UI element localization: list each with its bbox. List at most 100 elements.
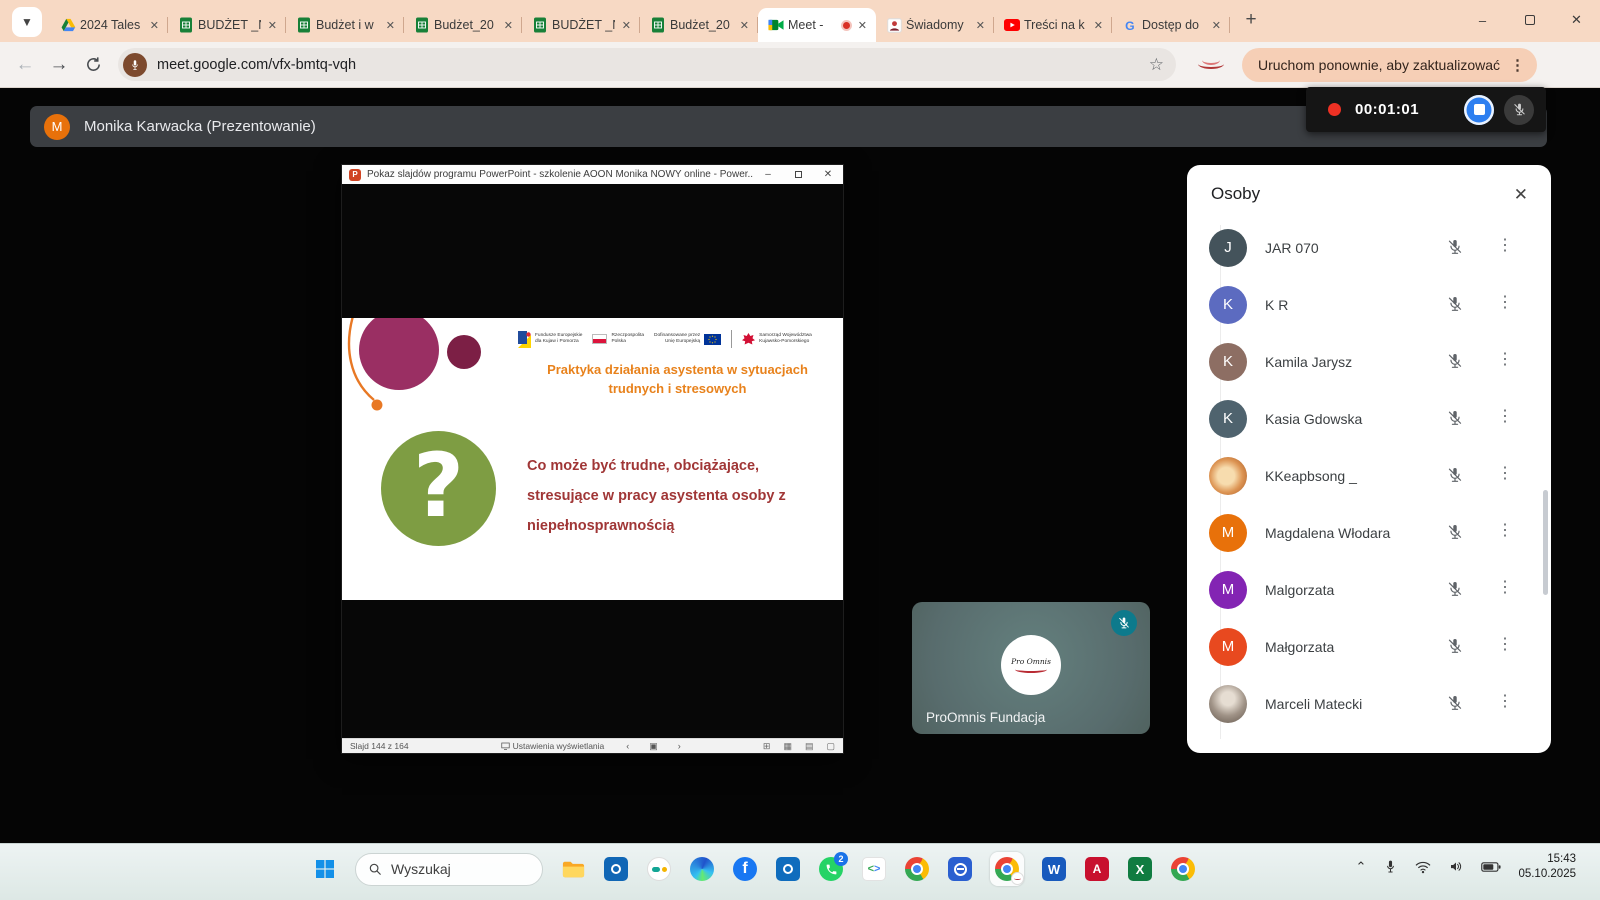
- edge-icon[interactable]: [689, 856, 715, 882]
- slideshow-view-button[interactable]: ▢: [826, 741, 835, 752]
- outlook-icon[interactable]: [603, 856, 629, 882]
- powerpoint-titlebar[interactable]: P Pokaz slajdów programu PowerPoint - sz…: [342, 165, 843, 184]
- meet-stage: M Monika Karwacka (Prezentowanie) 00:01:…: [0, 88, 1600, 843]
- display-settings-button[interactable]: Ustawienia wyświetlania: [501, 741, 605, 751]
- browser-tab[interactable]: Budżet_20 ✕: [404, 8, 522, 42]
- file-explorer-icon[interactable]: [560, 856, 586, 882]
- ppt-minimize-button[interactable]: –: [753, 165, 783, 184]
- new-tab-button[interactable]: +: [1238, 7, 1264, 33]
- participant-more-button[interactable]: ⋮: [1495, 634, 1515, 654]
- tray-date: 05.10.2025: [1518, 867, 1576, 882]
- reading-view-button[interactable]: ▤: [805, 741, 814, 752]
- self-mic-muted-badge: [1111, 610, 1137, 636]
- facebook-icon[interactable]: f: [732, 856, 758, 882]
- next-slide-button[interactable]: ›: [678, 741, 681, 751]
- previous-slide-button[interactable]: ‹: [626, 741, 629, 751]
- tray-battery-icon[interactable]: [1481, 861, 1501, 873]
- tab-label: Meet -: [788, 18, 837, 32]
- panel-close-button[interactable]: ✕: [1511, 182, 1531, 208]
- tab-search-chevron-button[interactable]: ▼: [12, 7, 42, 37]
- tab-close-icon[interactable]: ✕: [973, 17, 988, 34]
- participant-more-button[interactable]: ⋮: [1495, 292, 1515, 312]
- drive-favicon-icon: [60, 17, 76, 33]
- slide-sorter-view-button[interactable]: ▦: [783, 741, 792, 752]
- participant-more-button[interactable]: ⋮: [1495, 235, 1515, 255]
- browser-tab[interactable]: 2024 Tales ✕: [50, 8, 168, 42]
- participant-avatar: K: [1209, 286, 1247, 324]
- ppt-close-button[interactable]: ✕: [813, 165, 843, 184]
- tab-close-icon[interactable]: ✕: [501, 17, 516, 34]
- forward-button[interactable]: →: [42, 48, 76, 82]
- participant-more-button[interactable]: ⋮: [1495, 349, 1515, 369]
- browser-tab[interactable]: Budżet_20 ✕: [640, 8, 758, 42]
- back-button[interactable]: ←: [8, 48, 42, 82]
- tray-wifi-icon[interactable]: [1415, 860, 1431, 874]
- mic-icon: [129, 59, 141, 71]
- url-text[interactable]: meet.google.com/vfx-bmtq-vqh: [157, 57, 1149, 73]
- browser-tab[interactable]: BUDŻET _N ✕: [168, 8, 286, 42]
- tab-close-icon[interactable]: ✕: [737, 17, 752, 34]
- tab-close-icon[interactable]: ✕: [1091, 17, 1106, 34]
- reload-button[interactable]: [76, 48, 110, 82]
- poland-flag-icon: [592, 334, 607, 344]
- participant-more-button[interactable]: ⋮: [1495, 406, 1515, 426]
- participant-avatar: [1209, 685, 1247, 723]
- url-bar[interactable]: meet.google.com/vfx-bmtq-vqh ☆: [118, 48, 1176, 81]
- tray-clock[interactable]: 15:43 05.10.2025: [1518, 852, 1576, 882]
- excel-icon[interactable]: X: [1127, 856, 1153, 882]
- tray-expand-chevron[interactable]: ⌃: [1356, 859, 1367, 875]
- tray-mic-icon[interactable]: [1383, 859, 1398, 874]
- outlook2-icon[interactable]: [775, 856, 801, 882]
- start-button[interactable]: [312, 856, 338, 882]
- tab-close-icon[interactable]: ✕: [619, 17, 634, 34]
- self-video-tile[interactable]: Pro Omnis ProOmnis Fundacja: [912, 602, 1150, 734]
- whatsapp-icon[interactable]: 2: [818, 856, 844, 882]
- chrome-icon[interactable]: [904, 856, 930, 882]
- browser-tab[interactable]: G Dostęp do ✕: [1112, 8, 1230, 42]
- mic-off-icon: [1446, 694, 1464, 712]
- tab-close-icon[interactable]: ✕: [1209, 17, 1224, 34]
- panel-scrollbar[interactable]: [1543, 490, 1548, 595]
- browser-tab[interactable]: Budżet i w ✕: [286, 8, 404, 42]
- participant-more-button[interactable]: ⋮: [1495, 691, 1515, 711]
- browser-tab[interactable]: BUDŻET _N ✕: [522, 8, 640, 42]
- image-favicon-icon: [886, 17, 902, 33]
- ppt-maximize-button[interactable]: [783, 165, 813, 184]
- chrome2-icon[interactable]: [1170, 856, 1196, 882]
- password-manager-icon[interactable]: [646, 856, 672, 882]
- browser-tab[interactable]: Świadomy ✕: [876, 8, 994, 42]
- tab-close-icon[interactable]: ✕: [265, 17, 280, 34]
- site-mic-indicator-icon[interactable]: [123, 53, 147, 77]
- word-icon[interactable]: W: [1041, 856, 1067, 882]
- extension-logo-icon[interactable]: [1198, 57, 1224, 73]
- stop-recording-button[interactable]: [1464, 95, 1494, 125]
- self-tile-name: ProOmnis Fundacja: [926, 710, 1045, 725]
- bookmark-star-icon[interactable]: ☆: [1149, 55, 1164, 75]
- annotation-pen-button[interactable]: ▣: [649, 741, 658, 752]
- participant-more-button[interactable]: ⋮: [1495, 577, 1515, 597]
- window-minimize-button[interactable]: –: [1459, 0, 1506, 40]
- code-app-icon[interactable]: <>: [861, 856, 887, 882]
- acrobat-icon[interactable]: A: [1084, 856, 1110, 882]
- window-maximize-button[interactable]: [1506, 0, 1553, 40]
- browser-tab[interactable]: Meet - ✕: [758, 8, 876, 42]
- tab-close-icon[interactable]: ✕: [147, 17, 162, 34]
- tab-close-icon[interactable]: ✕: [383, 17, 398, 34]
- proomnis-logo: Pro Omnis: [1001, 635, 1061, 695]
- browser-menu-icon[interactable]: ⋮: [1510, 56, 1525, 74]
- remote-desktop-icon[interactable]: [947, 856, 973, 882]
- taskbar-search-box[interactable]: Wyszukaj: [355, 853, 543, 886]
- window-close-button[interactable]: ✕: [1553, 0, 1600, 40]
- participant-more-button[interactable]: ⋮: [1495, 463, 1515, 483]
- normal-view-button[interactable]: ⊞: [763, 741, 771, 752]
- recorder-mic-muted-button[interactable]: [1504, 95, 1534, 125]
- participant-mic-off-icon: [1446, 466, 1464, 489]
- tray-volume-icon[interactable]: [1448, 859, 1464, 874]
- browser-tab[interactable]: Treści na k ✕: [994, 8, 1112, 42]
- chrome-update-button[interactable]: Uruchom ponownie, aby zaktualizować ⋮: [1242, 48, 1537, 82]
- tab-close-icon[interactable]: ✕: [855, 17, 870, 34]
- mic-off-icon: [1446, 295, 1464, 313]
- chrome-active-icon[interactable]: [990, 852, 1024, 886]
- participant-more-button[interactable]: ⋮: [1495, 520, 1515, 540]
- wojewodztwo-emblem-icon: [742, 332, 755, 346]
